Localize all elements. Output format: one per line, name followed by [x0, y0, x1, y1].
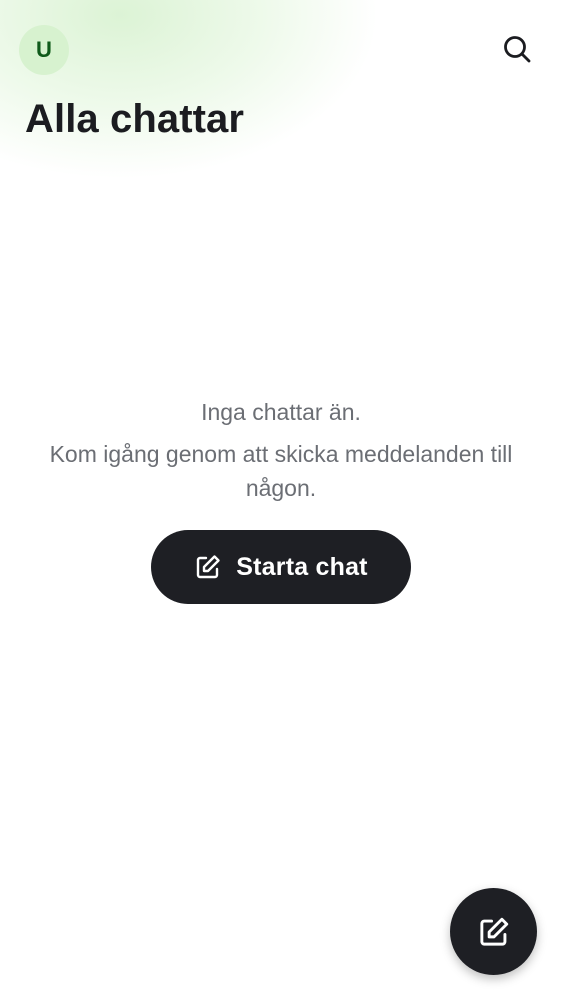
user-avatar[interactable]: U — [19, 25, 69, 75]
empty-state: Inga chattar än. Kom igång genom att ski… — [0, 396, 562, 505]
empty-state-title: Inga chattar än. — [201, 399, 361, 425]
search-button[interactable] — [494, 26, 540, 72]
start-chat-button[interactable]: Starta chat — [151, 530, 411, 604]
empty-state-subtitle: Kom igång genom att skicka meddelanden t… — [49, 441, 513, 501]
edit-icon — [479, 917, 508, 946]
new-chat-fab[interactable] — [450, 888, 537, 975]
start-chat-label: Starta chat — [236, 552, 368, 581]
search-icon — [504, 36, 531, 63]
header-background-glow — [0, 0, 380, 180]
chat-list-screen: U Alla chattar Inga chattar än. Kom igån… — [0, 0, 562, 1000]
page-title: Alla chattar — [25, 97, 245, 141]
edit-icon — [197, 555, 220, 579]
avatar-initial: U — [36, 37, 52, 62]
